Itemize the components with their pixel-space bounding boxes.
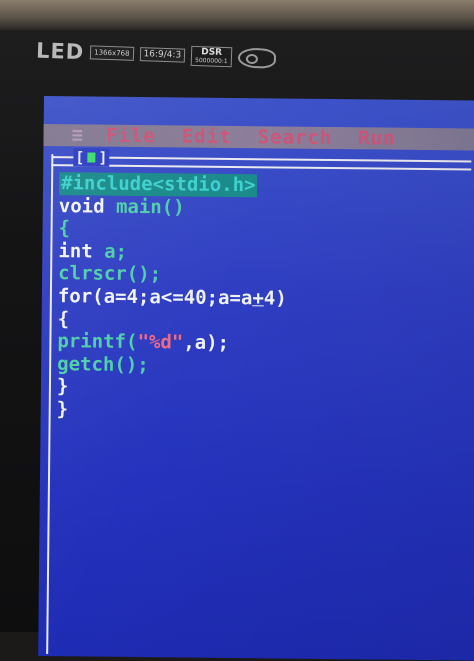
cursor-char: + xyxy=(252,287,264,310)
brace: } xyxy=(56,398,69,421)
contrast-label: 5000000:1 xyxy=(194,57,228,66)
loop-expression-tail: 4) xyxy=(263,287,287,310)
ratio-badge: 16:9/4:3 xyxy=(139,47,186,63)
keyword: void xyxy=(58,194,117,218)
menu-run[interactable]: Run xyxy=(358,127,396,149)
editor-screen: ≡ File Edit Search Run [ ] #include<stdi… xyxy=(38,96,474,661)
identifier: clrscr(); xyxy=(58,262,162,286)
code-line-11: } xyxy=(57,398,467,425)
identifier: main() xyxy=(115,195,185,219)
menu-search[interactable]: Search xyxy=(257,126,332,149)
close-bracket-open: [ xyxy=(75,148,85,167)
menu-edit[interactable]: Edit xyxy=(182,125,232,148)
dsr-badge: DSR 5000000:1 xyxy=(190,45,233,68)
window-close-button[interactable]: [ ] xyxy=(73,148,110,167)
brace: { xyxy=(57,307,70,330)
menu-file[interactable]: File xyxy=(106,125,156,148)
identifier: printf( xyxy=(57,330,138,354)
keyword: for( xyxy=(57,285,104,308)
eye-logo-icon xyxy=(237,47,277,69)
loop-expression: a=4;a<=40;a=a xyxy=(103,285,253,310)
args-tail: ,a); xyxy=(183,331,230,355)
code-line-9: getch(); xyxy=(57,353,467,380)
code-editor[interactable]: #include<stdio.h> void main() { int a; c… xyxy=(57,172,470,425)
string-literal: "%d" xyxy=(137,331,184,354)
keyword: int xyxy=(58,239,105,263)
menu-bar: ≡ File Edit Search Run xyxy=(43,123,474,151)
brace: { xyxy=(58,217,71,240)
code-line-6: for(a=4;a<=40;a=a+4) xyxy=(58,285,468,312)
system-menu-icon[interactable]: ≡ xyxy=(71,124,84,146)
resolution-badge: 1366x768 xyxy=(89,45,134,61)
close-bracket-close: ] xyxy=(98,148,108,167)
close-icon xyxy=(87,152,96,163)
brand-label: LED xyxy=(35,38,85,65)
brace: } xyxy=(56,375,69,398)
code-line-2: void main() xyxy=(59,195,469,222)
identifier: a; xyxy=(104,240,128,263)
background-wall xyxy=(0,0,474,30)
include-directive: #include<stdio.h> xyxy=(58,172,258,197)
identifier: getch(); xyxy=(57,352,149,376)
